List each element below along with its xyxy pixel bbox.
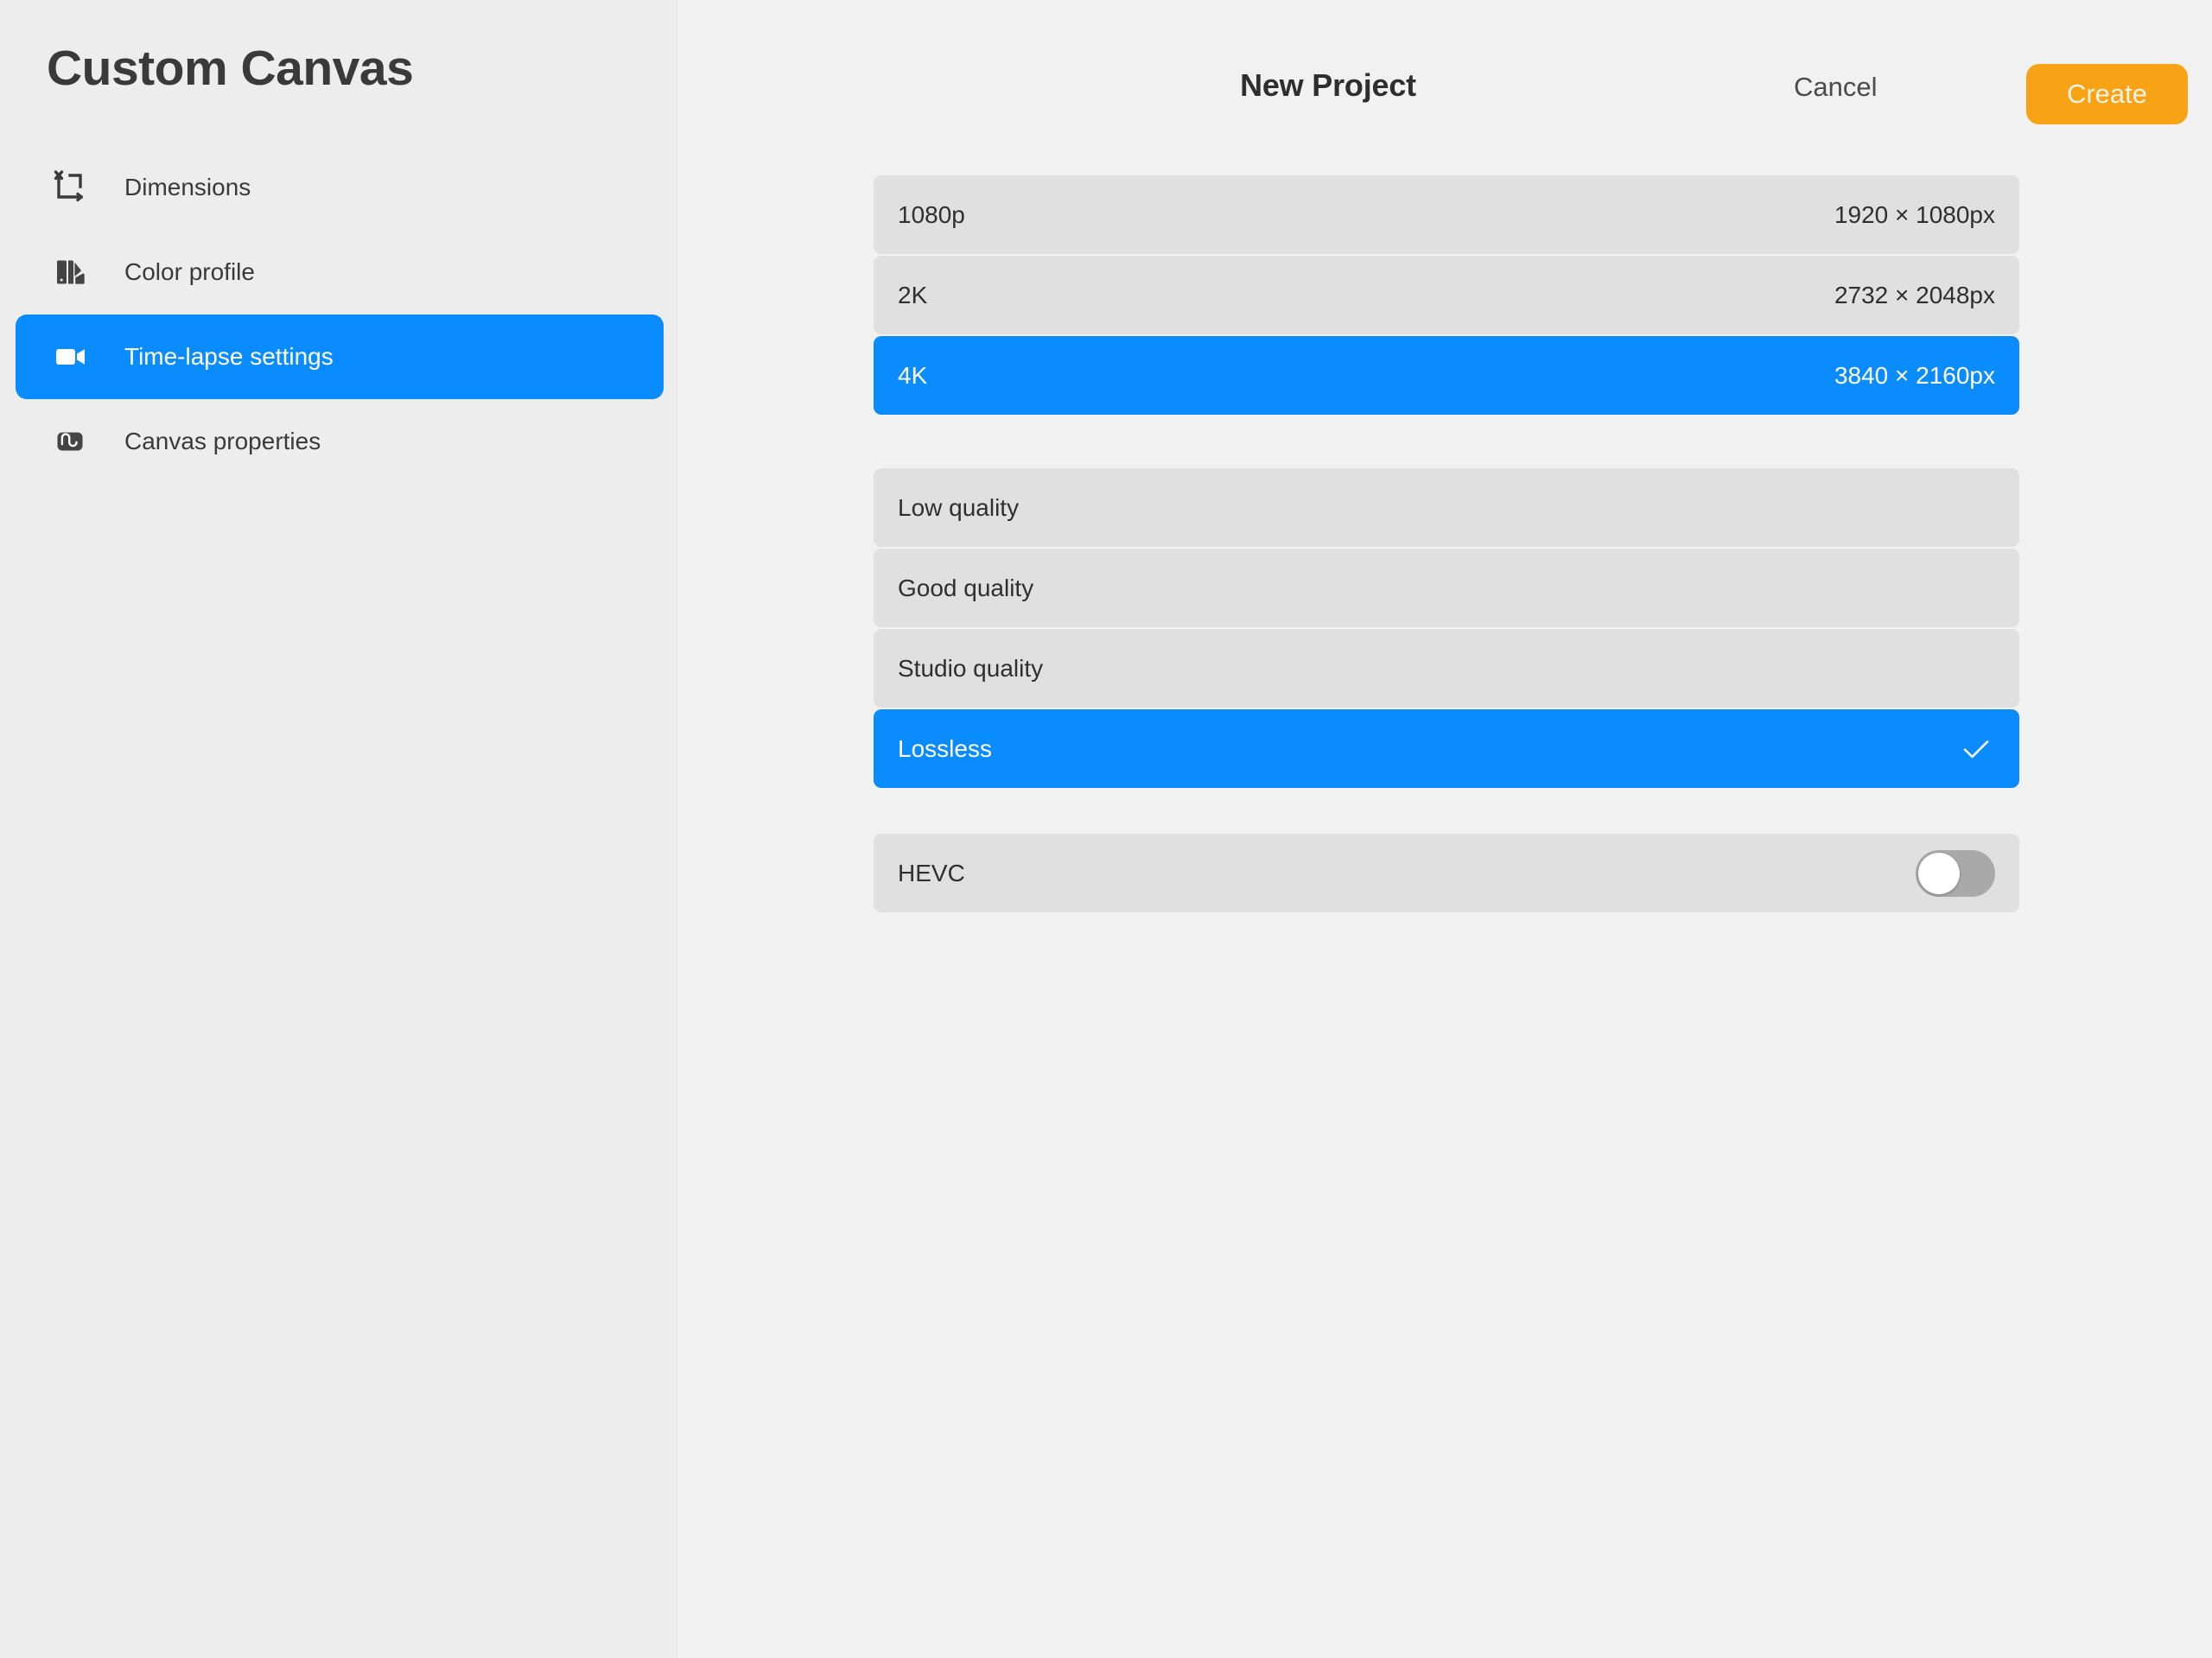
row-value: 2732 × 2048px — [1834, 281, 1995, 308]
quality-option-row[interactable]: Good quality — [874, 549, 2019, 627]
row-label: Lossless — [898, 734, 992, 762]
row-value: 3840 × 2160px — [1834, 361, 1995, 389]
quality-option-row[interactable]: Low quality — [874, 468, 2019, 547]
codec-options-group: HEVC — [874, 834, 2019, 914]
sidebar-item-time-lapse-settings[interactable]: Time-lapse settings — [16, 314, 664, 399]
hevc-toggle[interactable] — [1916, 849, 1995, 897]
main-panel: New Project Cancel Create 1080p 1920 × 1… — [677, 0, 2212, 1658]
sidebar-item-dimensions[interactable]: Dimensions — [16, 145, 664, 230]
color-swatch-icon — [50, 252, 90, 292]
quality-options-group: Low quality Good quality Studio quality … — [874, 468, 2019, 790]
sidebar-nav: Dimensions Color profile Time-lapse sett… — [0, 145, 677, 484]
sidebar-item-canvas-properties[interactable]: Canvas properties — [16, 399, 664, 484]
custom-canvas-dialog: Custom Canvas Dimensions Color profile T… — [0, 0, 2212, 1658]
resolution-option-row[interactable]: 2K 2732 × 2048px — [874, 256, 2019, 334]
cancel-button[interactable]: Cancel — [1794, 72, 1878, 103]
crop-resize-icon — [50, 168, 90, 207]
quality-option-row[interactable]: Studio quality — [874, 629, 2019, 708]
row-label: Studio quality — [898, 654, 1044, 682]
checkmark-icon — [1957, 730, 1995, 768]
sidebar-item-label: Canvas properties — [124, 428, 321, 454]
row-label: 2K — [898, 281, 928, 308]
dialog-header: New Project Cancel Create — [677, 0, 2212, 151]
resolution-option-row[interactable]: 1080p 1920 × 1080px — [874, 175, 2019, 254]
video-camera-icon — [50, 337, 90, 377]
sidebar: Custom Canvas Dimensions Color profile T… — [0, 0, 677, 1658]
row-value: 1920 × 1080px — [1834, 200, 1995, 228]
sidebar-item-label: Color profile — [124, 258, 255, 285]
resolution-options-group: 1080p 1920 × 1080px 2K 2732 × 2048px 4K … — [874, 175, 2019, 416]
create-button[interactable]: Create — [2026, 64, 2188, 124]
row-label: Low quality — [898, 493, 1020, 521]
quality-option-row-selected[interactable]: Lossless — [874, 709, 2019, 788]
row-label: 4K — [898, 361, 928, 389]
sidebar-item-label: Time-lapse settings — [124, 343, 334, 370]
row-label: 1080p — [898, 200, 965, 228]
sidebar-item-color-profile[interactable]: Color profile — [16, 230, 664, 314]
page-title: Custom Canvas — [47, 41, 414, 96]
row-label: HEVC — [898, 859, 965, 886]
sidebar-item-label: Dimensions — [124, 174, 251, 200]
resolution-option-row-selected[interactable]: 4K 3840 × 2160px — [874, 336, 2019, 415]
hevc-row[interactable]: HEVC — [874, 834, 2019, 912]
row-label: Good quality — [898, 574, 1034, 601]
squiggle-icon — [50, 422, 90, 461]
toggle-knob — [1918, 852, 1960, 894]
